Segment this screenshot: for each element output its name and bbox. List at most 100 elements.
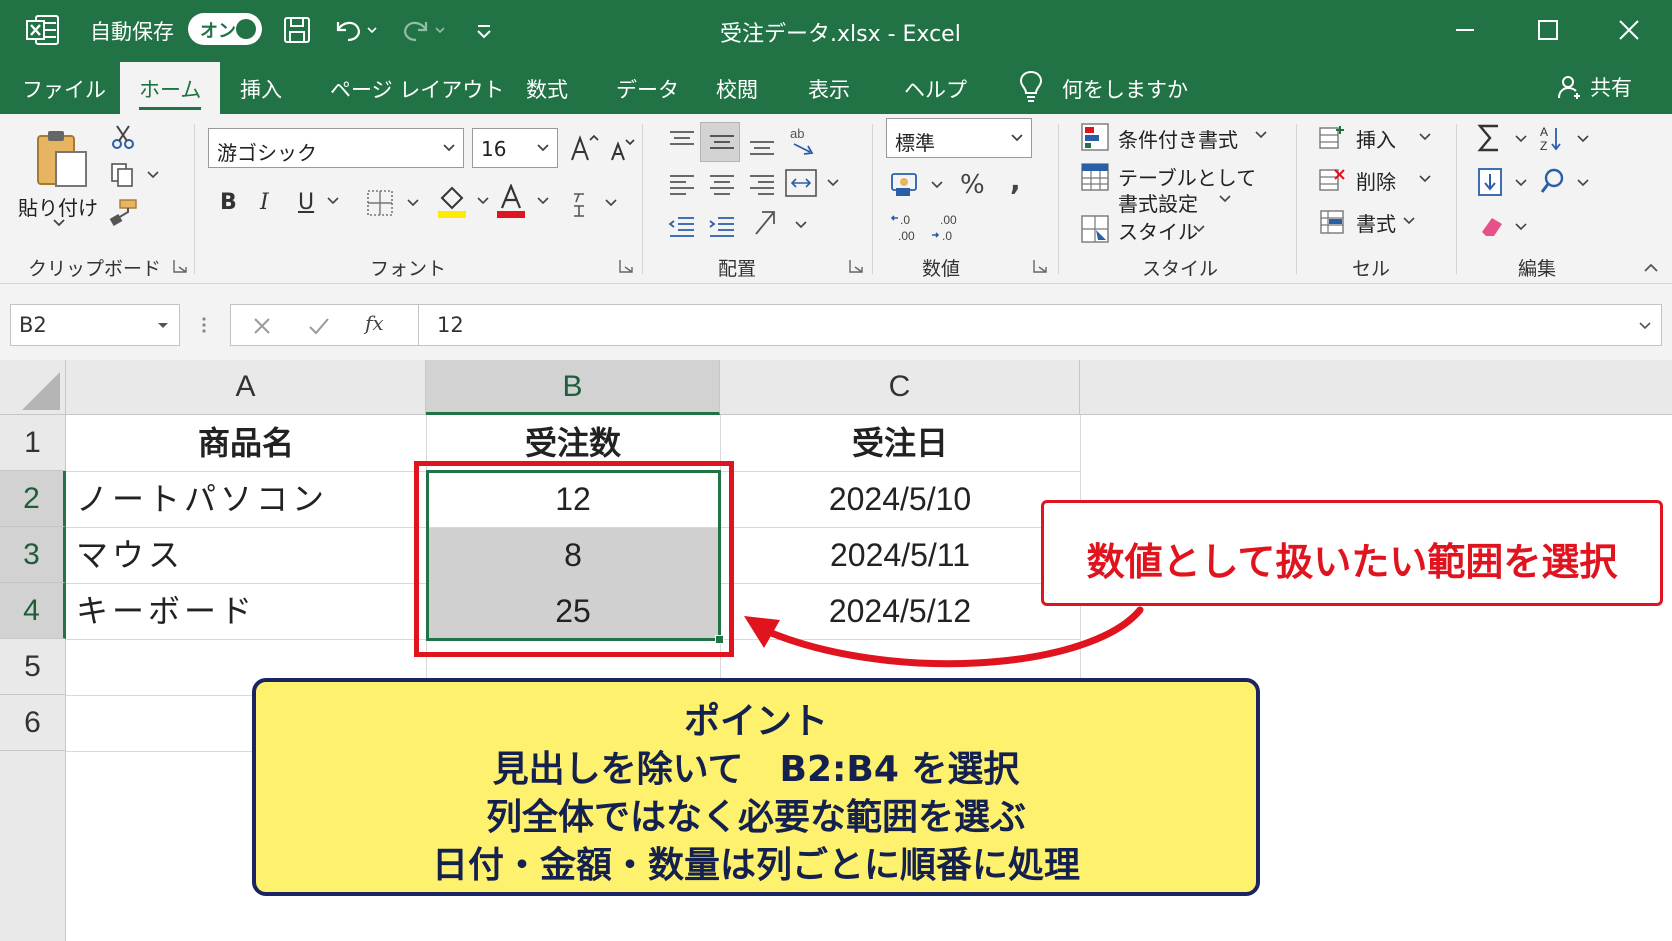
fill-color-icon[interactable]	[436, 184, 494, 220]
increase-font-icon[interactable]	[568, 132, 602, 164]
cell-c2[interactable]: 2024/5/10	[720, 471, 1080, 527]
column-header-a[interactable]: A	[66, 360, 426, 415]
tab-insert[interactable]: 挿入	[240, 74, 282, 104]
paste-icon[interactable]	[34, 128, 90, 190]
alignment-launcher-icon[interactable]	[848, 258, 864, 274]
borders-icon[interactable]	[366, 188, 426, 218]
undo-icon[interactable]	[330, 14, 378, 46]
row-header-2[interactable]: 2	[0, 471, 66, 527]
row-header-6[interactable]: 6	[0, 695, 66, 751]
font-color-icon[interactable]	[496, 184, 554, 220]
align-right-icon[interactable]	[744, 168, 780, 200]
format-cells-icon[interactable]	[1318, 208, 1346, 236]
paste-dropdown-icon[interactable]	[52, 218, 66, 228]
tab-data[interactable]: データ	[616, 74, 679, 104]
format-as-table-icon[interactable]	[1080, 162, 1110, 192]
cell-a2[interactable]: ノートパソコン	[66, 471, 426, 527]
select-all-corner[interactable]	[0, 360, 66, 415]
name-box[interactable]: B2	[10, 304, 180, 346]
cut-icon[interactable]	[110, 124, 136, 150]
number-format-dropdown[interactable]: 標準	[886, 118, 1032, 158]
conditional-formatting-icon[interactable]	[1080, 122, 1110, 152]
format-as-table-button-line1[interactable]: テーブルとして	[1118, 162, 1256, 191]
increase-decimal-icon[interactable]: .0 .00	[890, 210, 924, 244]
cell-styles-icon[interactable]	[1080, 214, 1110, 244]
cancel-x-icon[interactable]	[251, 315, 273, 337]
chevron-down-icon[interactable]	[1402, 216, 1416, 226]
chevron-down-icon[interactable]	[1192, 224, 1206, 234]
orientation-icon[interactable]: ab	[786, 122, 822, 160]
italic-button[interactable]: I	[260, 190, 269, 215]
format-painter-icon[interactable]	[108, 198, 138, 226]
underline-button[interactable]: U	[298, 190, 314, 215]
tab-file[interactable]: ファイル	[22, 74, 106, 104]
tab-view[interactable]: 表示	[808, 74, 850, 104]
chevron-down-icon[interactable]	[1254, 130, 1268, 140]
sort-filter-icon[interactable]: A Z	[1538, 122, 1598, 154]
cell-c1[interactable]: 受注日	[720, 415, 1080, 471]
share-button[interactable]: 共有	[1590, 72, 1632, 102]
autosave-toggle[interactable]: オン	[188, 13, 262, 45]
column-header-b[interactable]: B	[426, 360, 720, 415]
formula-input[interactable]: 12	[418, 304, 1662, 346]
merge-center-icon[interactable]	[784, 166, 844, 200]
accounting-format-icon[interactable]	[888, 168, 948, 200]
tab-help[interactable]: ヘルプ	[904, 74, 967, 104]
enter-check-icon[interactable]	[307, 315, 331, 337]
font-launcher-icon[interactable]	[618, 258, 634, 274]
column-header-c[interactable]: C	[720, 360, 1080, 415]
tab-formulas[interactable]: 数式	[526, 74, 568, 104]
clear-eraser-icon[interactable]	[1476, 210, 1536, 242]
save-icon[interactable]	[282, 14, 312, 46]
row-header-4[interactable]: 4	[0, 583, 66, 639]
maximize-icon[interactable]	[1522, 10, 1572, 50]
number-launcher-icon[interactable]	[1032, 258, 1048, 274]
customize-qat-icon[interactable]	[474, 14, 494, 46]
tab-review[interactable]: 校閲	[716, 74, 758, 104]
clipboard-launcher-icon[interactable]	[172, 258, 188, 274]
insert-function-button[interactable]: fx	[365, 311, 384, 335]
align-top-icon[interactable]	[664, 126, 700, 158]
percent-style-button[interactable]: %	[960, 170, 985, 200]
tab-home[interactable]: ホーム	[120, 62, 221, 114]
delete-cells-icon[interactable]	[1318, 166, 1346, 194]
bold-button[interactable]: B	[220, 190, 237, 215]
collapse-ribbon-icon[interactable]	[1642, 262, 1660, 274]
delete-cells-button[interactable]: 削除	[1356, 166, 1396, 195]
underline-dropdown-icon[interactable]	[326, 196, 340, 206]
wrap-text-icon[interactable]	[752, 206, 812, 242]
insert-cells-button[interactable]: 挿入	[1356, 124, 1396, 153]
align-left-icon[interactable]	[664, 168, 700, 200]
tab-page-layout[interactable]: ページ レイアウト	[330, 74, 504, 104]
decrease-font-icon[interactable]	[608, 136, 638, 164]
row-header-5[interactable]: 5	[0, 639, 66, 695]
paste-label[interactable]: 貼り付け	[18, 192, 98, 221]
comma-style-button[interactable]: ,	[1010, 164, 1021, 197]
align-center-icon[interactable]	[704, 168, 740, 200]
fill-down-icon[interactable]	[1476, 166, 1536, 198]
format-cells-button[interactable]: 書式	[1356, 208, 1396, 237]
font-size-dropdown[interactable]: 16	[472, 128, 558, 168]
redo-icon[interactable]	[398, 14, 446, 46]
increase-indent-icon[interactable]	[704, 210, 740, 242]
chevron-down-icon[interactable]	[1218, 194, 1232, 204]
find-select-icon[interactable]	[1538, 166, 1598, 198]
format-as-table-button-line2[interactable]: 書式設定	[1118, 188, 1198, 217]
align-bottom-icon[interactable]	[744, 126, 780, 158]
tell-me-search[interactable]: 何をしますか	[1062, 74, 1188, 104]
autosum-icon[interactable]	[1476, 122, 1536, 154]
copy-icon[interactable]	[110, 162, 160, 188]
row-header-1[interactable]: 1	[0, 415, 66, 471]
decrease-decimal-icon[interactable]: .00 .0	[930, 210, 964, 244]
align-middle-icon[interactable]	[704, 126, 740, 158]
cell-a3[interactable]: マウス	[66, 527, 426, 583]
cell-a1[interactable]: 商品名	[66, 415, 426, 471]
cell-styles-button[interactable]: スタイル	[1118, 216, 1198, 245]
row-header-3[interactable]: 3	[0, 527, 66, 583]
minimize-icon[interactable]	[1440, 10, 1490, 50]
share-person-icon[interactable]	[1556, 74, 1582, 100]
font-name-dropdown[interactable]: 游ゴシック	[208, 128, 464, 168]
chevron-down-icon[interactable]	[1418, 132, 1432, 142]
chevron-down-icon[interactable]	[1418, 174, 1432, 184]
cell-c3[interactable]: 2024/5/11	[720, 527, 1080, 583]
